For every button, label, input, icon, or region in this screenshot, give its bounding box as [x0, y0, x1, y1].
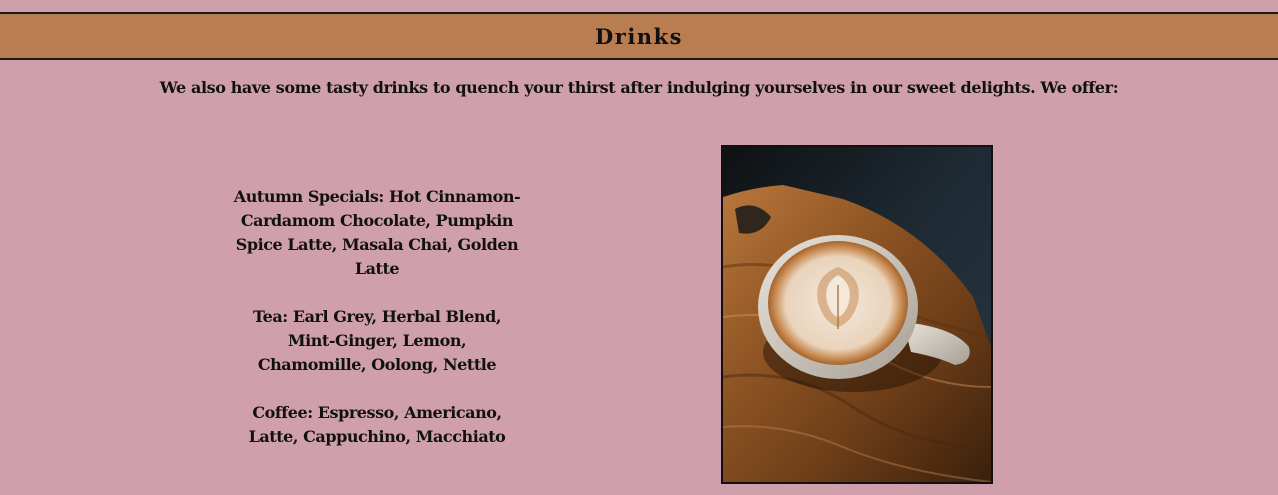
drinks-menu-list: Autumn Specials: Hot Cinnamon-Cardamom C…: [232, 185, 522, 473]
menu-item-drinks: Earl Grey, Herbal Blend, Mint-Ginger, Le…: [257, 307, 502, 374]
menu-item-label: Tea:: [253, 307, 288, 326]
menu-item-coffee: Coffee: Espresso, Americano, Latte, Capp…: [232, 401, 522, 449]
menu-item-tea: Tea: Earl Grey, Herbal Blend, Mint-Ginge…: [232, 305, 522, 377]
drinks-intro-text: We also have some tasty drinks to quench…: [159, 78, 1119, 97]
menu-item-label: Autumn Specials:: [233, 187, 385, 206]
menu-item-autumn-specials: Autumn Specials: Hot Cinnamon-Cardamom C…: [232, 185, 522, 281]
menu-item-label: Coffee:: [252, 403, 313, 422]
drinks-section-header: Drinks: [0, 14, 1278, 60]
latte-photo: [721, 145, 993, 484]
section-title: Drinks: [595, 23, 683, 49]
